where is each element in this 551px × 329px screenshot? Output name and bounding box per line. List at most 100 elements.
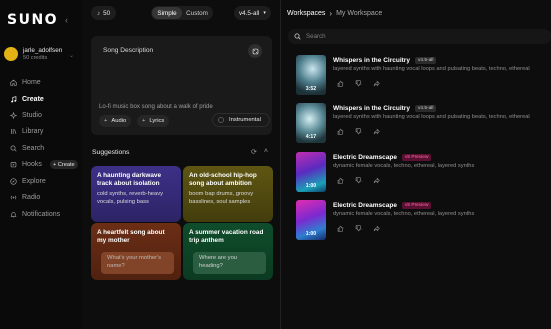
song-description-label: Song Description [103,47,154,54]
sidebar-item-explore[interactable]: Explore [8,176,46,186]
sidebar-item-label: Radio [22,193,41,201]
suggestion-tile[interactable]: A haunting darkwave track about isolatio… [91,166,181,222]
bell-icon [8,211,18,218]
sidebar-item-label: Library [22,127,44,135]
suggestion-title: An old-school hip-hop song about ambitio… [189,172,257,188]
like-icon[interactable] [336,176,345,185]
like-icon[interactable] [336,79,345,88]
library-icon [8,128,18,135]
dislike-icon[interactable] [354,127,363,136]
song-cover[interactable]: 1:00 [296,152,326,192]
song-actions [336,224,381,233]
sidebar: SUNO ‹ jarle_adolfsen 50 credits ⌄ Home … [0,0,82,329]
like-icon[interactable] [336,224,345,233]
search-input[interactable] [306,33,526,40]
song-title[interactable]: Whispers in the Circuitry [333,105,410,112]
sparkle-icon [8,111,18,119]
sidebar-item-label: Studio [22,111,42,119]
add-lyrics-button[interactable]: + Lyrics [137,115,170,127]
share-icon[interactable] [372,127,381,136]
panel-divider [280,0,281,329]
song-title[interactable]: Electric Dreamscape [333,202,397,209]
song-title[interactable]: Whispers in the Circuitry [333,57,410,64]
workspace-search [288,29,551,44]
song-description-input[interactable]: Lo-fi music box song about a walk of pri… [99,103,213,110]
song-row[interactable]: 3:52 Whispers in the Circuitry v4.5-all … [296,55,551,99]
music-note-icon: ♪ [97,9,101,17]
user-profile[interactable]: jarle_adolfsen 50 credits [4,47,62,61]
custom-mode-button[interactable]: Custom [182,7,212,19]
avatar[interactable] [4,47,18,61]
share-icon[interactable] [372,224,381,233]
collapse-sidebar-icon[interactable]: ‹ [65,15,68,25]
refresh-icon[interactable]: ⟳ [251,148,257,156]
sidebar-item-radio[interactable]: Radio [8,192,40,202]
share-icon[interactable] [372,176,381,185]
mother-name-input[interactable]: What's your mother's name? [101,252,174,274]
instrumental-label: Instrumental [229,117,261,123]
random-prompt-icon[interactable] [248,44,262,58]
home-icon [8,79,18,86]
suggestion-tile[interactable]: A heartfelt song about my mother What's … [91,223,181,280]
audio-label: Audio [111,118,127,124]
song-duration: 1:00 [305,231,317,237]
dislike-icon[interactable] [354,224,363,233]
song-cover[interactable]: 4:17 [296,103,326,143]
dislike-icon[interactable] [354,176,363,185]
share-icon[interactable] [372,79,381,88]
breadcrumb-workspaces[interactable]: Workspaces [287,10,325,17]
username: jarle_adolfsen [23,47,63,54]
sidebar-item-notifications[interactable]: Notifications [8,209,60,219]
hooks-create-button[interactable]: + Create [50,160,78,169]
model-badge: v4.5-all [414,57,437,64]
music-note-icon [8,95,18,103]
chevron-down-icon[interactable]: ⌄ [69,52,74,59]
song-title-row: Electric Dreamscape v5 Preview [333,202,432,209]
sidebar-item-library[interactable]: Library [8,126,43,136]
song-description: dynamic female vocals, techno, ethereal,… [333,163,475,169]
sidebar-item-label: Home [22,78,41,86]
toggle-switch-icon [218,117,224,123]
song-cover[interactable]: 1:00 [296,200,326,240]
breadcrumb-current: My Workspace [336,10,383,17]
dislike-icon[interactable] [354,79,363,88]
destination-input[interactable]: Where are you heading? [193,252,266,274]
suggestion-tile[interactable]: A summer vacation road trip anthem Where… [183,223,273,280]
search-icon [8,145,18,152]
model-version-select[interactable]: v4.5-all ▾ [234,6,271,20]
sidebar-item-studio[interactable]: Studio [8,110,42,120]
lyrics-label: Lyrics [149,118,165,124]
suggestions-controls: ⟳ ˄ [251,148,268,156]
model-badge: v4.5-all [414,105,437,112]
sidebar-item-label: Create [22,95,44,103]
sidebar-item-hooks[interactable]: Hooks [8,159,42,169]
credits-count: 50 [103,9,111,17]
song-row[interactable]: 1:00 Electric Dreamscape v5 Preview dyna… [296,152,551,196]
breadcrumb: Workspaces › My Workspace [287,9,382,18]
sidebar-item-home[interactable]: Home [8,77,41,87]
song-title-row: Whispers in the Circuitry v4.5-all [333,105,437,112]
sidebar-item-label: Search [22,144,45,152]
song-row[interactable]: 1:00 Electric Dreamscape v5 Preview dyna… [296,200,551,244]
chevron-right-icon: › [329,9,333,18]
song-cover[interactable]: 3:52 [296,55,326,95]
sidebar-item-create[interactable]: Create [8,94,44,104]
sidebar-item-search[interactable]: Search [8,143,44,153]
hooks-icon [8,161,18,168]
suggestion-tile[interactable]: An old-school hip-hop song about ambitio… [183,166,273,222]
suggestions-title: Suggestions [92,149,130,156]
plus-icon: + [142,118,146,124]
sidebar-item-label: Hooks [22,160,42,168]
like-icon[interactable] [336,127,345,136]
add-audio-button[interactable]: + Audio [99,115,132,127]
instrumental-toggle[interactable]: Instrumental [212,113,270,127]
credits-pill[interactable]: ♪ 50 [91,6,117,20]
suggestion-subtitle: boom bap drums, groovy basslines, soul s… [189,191,254,205]
song-row[interactable]: 4:17 Whispers in the Circuitry v4.5-all … [296,103,551,147]
song-title[interactable]: Electric Dreamscape [333,154,397,161]
model-badge: v5 Preview [401,154,432,161]
chevron-up-icon[interactable]: ˄ [264,148,268,156]
sidebar-item-label: Notifications [22,210,61,218]
suno-logo[interactable]: SUNO [7,12,58,28]
simple-mode-button[interactable]: Simple [152,7,182,19]
